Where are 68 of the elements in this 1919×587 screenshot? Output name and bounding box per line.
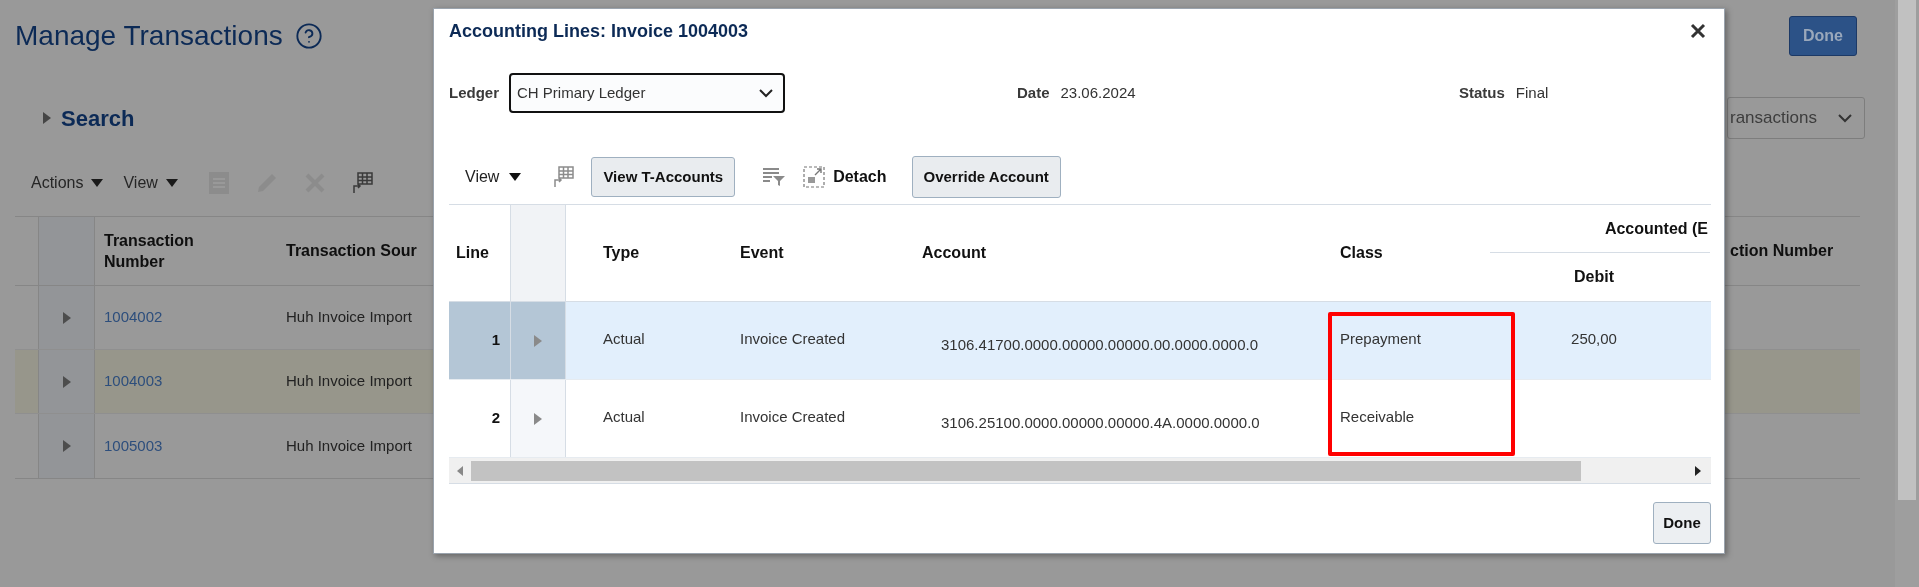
detach-icon bbox=[803, 166, 826, 188]
account-code: 3106.41700.0000.00000.00000.00.0000.0000.0 bbox=[941, 335, 1258, 356]
override-account-button[interactable]: Override Account bbox=[911, 156, 1061, 198]
column-header: Event bbox=[740, 243, 784, 263]
expand-triangle-icon bbox=[534, 334, 542, 347]
field-label: Status bbox=[1459, 82, 1505, 103]
caret-icon bbox=[509, 173, 522, 181]
vertical-scrollbar[interactable] bbox=[1895, 0, 1919, 587]
menu-button[interactable]: View bbox=[123, 171, 178, 195]
table-row[interactable]: 2 Actual Invoice Created 3106.25100.0000.00000.00000.4A.0000.0000.0 Receivable bbox=[449, 380, 1711, 458]
view-t-accounts-button[interactable]: View T-Accounts bbox=[591, 157, 736, 197]
chevron-down-icon bbox=[1838, 113, 1852, 123]
table-cell-text: Actual bbox=[603, 329, 645, 350]
chevron-down-icon bbox=[759, 88, 773, 98]
filter-icon[interactable] bbox=[762, 167, 787, 187]
column-header: Type bbox=[603, 243, 640, 263]
expand-triangle-icon bbox=[43, 112, 51, 124]
done-button[interactable]: Done bbox=[1653, 502, 1711, 544]
caret-icon bbox=[165, 179, 178, 187]
column-header: Debit bbox=[1574, 267, 1614, 287]
scrollbar-thumb[interactable] bbox=[471, 460, 1581, 481]
table-cell-text: Huh Invoice Import bbox=[286, 371, 412, 392]
scroll-right-icon[interactable] bbox=[1695, 465, 1701, 476]
help-icon[interactable] bbox=[294, 22, 323, 50]
table-cell-text: Invoice Created bbox=[740, 329, 846, 350]
dialog-title: Accounting Lines: Invoice 1004003 bbox=[449, 19, 749, 43]
status-value: Final bbox=[1515, 82, 1549, 103]
table-cell-text: Huh Invoice Import bbox=[286, 435, 412, 456]
expand-triangle-icon bbox=[62, 440, 71, 452]
table-cell-text: Actual bbox=[603, 407, 645, 428]
table-cell-text: Receivable bbox=[1340, 407, 1415, 428]
page-title: Manage Transactions bbox=[15, 19, 283, 53]
close-icon[interactable] bbox=[1690, 23, 1706, 39]
table-cell-text: Prepayment bbox=[1340, 329, 1421, 350]
table-row[interactable]: 1 Actual Invoice Created 3106.41700.0000.00000.00000.00.0000.0000.0 Prepayment 250,00 bbox=[449, 302, 1711, 380]
column-header: Transaction Sour bbox=[286, 241, 417, 261]
view-select[interactable]: ransactions bbox=[1727, 97, 1865, 139]
line-number-cell-text: 2 bbox=[490, 408, 501, 429]
expand-triangle-icon bbox=[62, 375, 71, 388]
expand-triangle-icon bbox=[62, 311, 71, 324]
ledger-select[interactable]: CH Primary Ledger bbox=[509, 73, 785, 113]
menu-button[interactable]: Actions bbox=[31, 171, 104, 195]
column-header: Transaction Number bbox=[104, 231, 195, 272]
column-group-header: Accounted (E bbox=[1604, 218, 1708, 239]
scroll-left-icon[interactable] bbox=[457, 465, 463, 476]
table-cell-text: Invoice Created bbox=[740, 407, 846, 428]
field-label: Ledger bbox=[449, 82, 499, 103]
account-code: 3106.25100.0000.00000.00000.4A.0000.0000.0 bbox=[941, 413, 1260, 434]
table-export-icon[interactable] bbox=[350, 172, 373, 194]
table-export-icon[interactable] bbox=[552, 166, 575, 188]
column-header: Class bbox=[1340, 243, 1383, 263]
field-label: Date bbox=[1017, 82, 1050, 103]
row-expand-button[interactable] bbox=[38, 286, 95, 349]
row-expand-button[interactable] bbox=[38, 350, 95, 413]
detach-button[interactable]: Detach bbox=[803, 165, 887, 189]
date-value: 23.06.2024 bbox=[1060, 82, 1136, 103]
horizontal-scrollbar[interactable] bbox=[449, 458, 1711, 484]
caret-icon bbox=[91, 179, 104, 187]
view-menu-button[interactable]: View bbox=[465, 165, 522, 189]
amount-cell-text: 250,00 bbox=[1571, 329, 1617, 350]
search-section-toggle[interactable]: Search bbox=[43, 101, 135, 135]
table-cell-text: Huh Invoice Import bbox=[286, 307, 412, 328]
column-header: ction Number bbox=[1730, 241, 1834, 261]
expand-triangle-icon bbox=[534, 412, 542, 425]
column-header: Line bbox=[456, 243, 489, 263]
line-number-cell: 1 bbox=[449, 302, 510, 379]
column-header: Account bbox=[922, 243, 986, 263]
row-expand-button[interactable] bbox=[38, 414, 95, 478]
